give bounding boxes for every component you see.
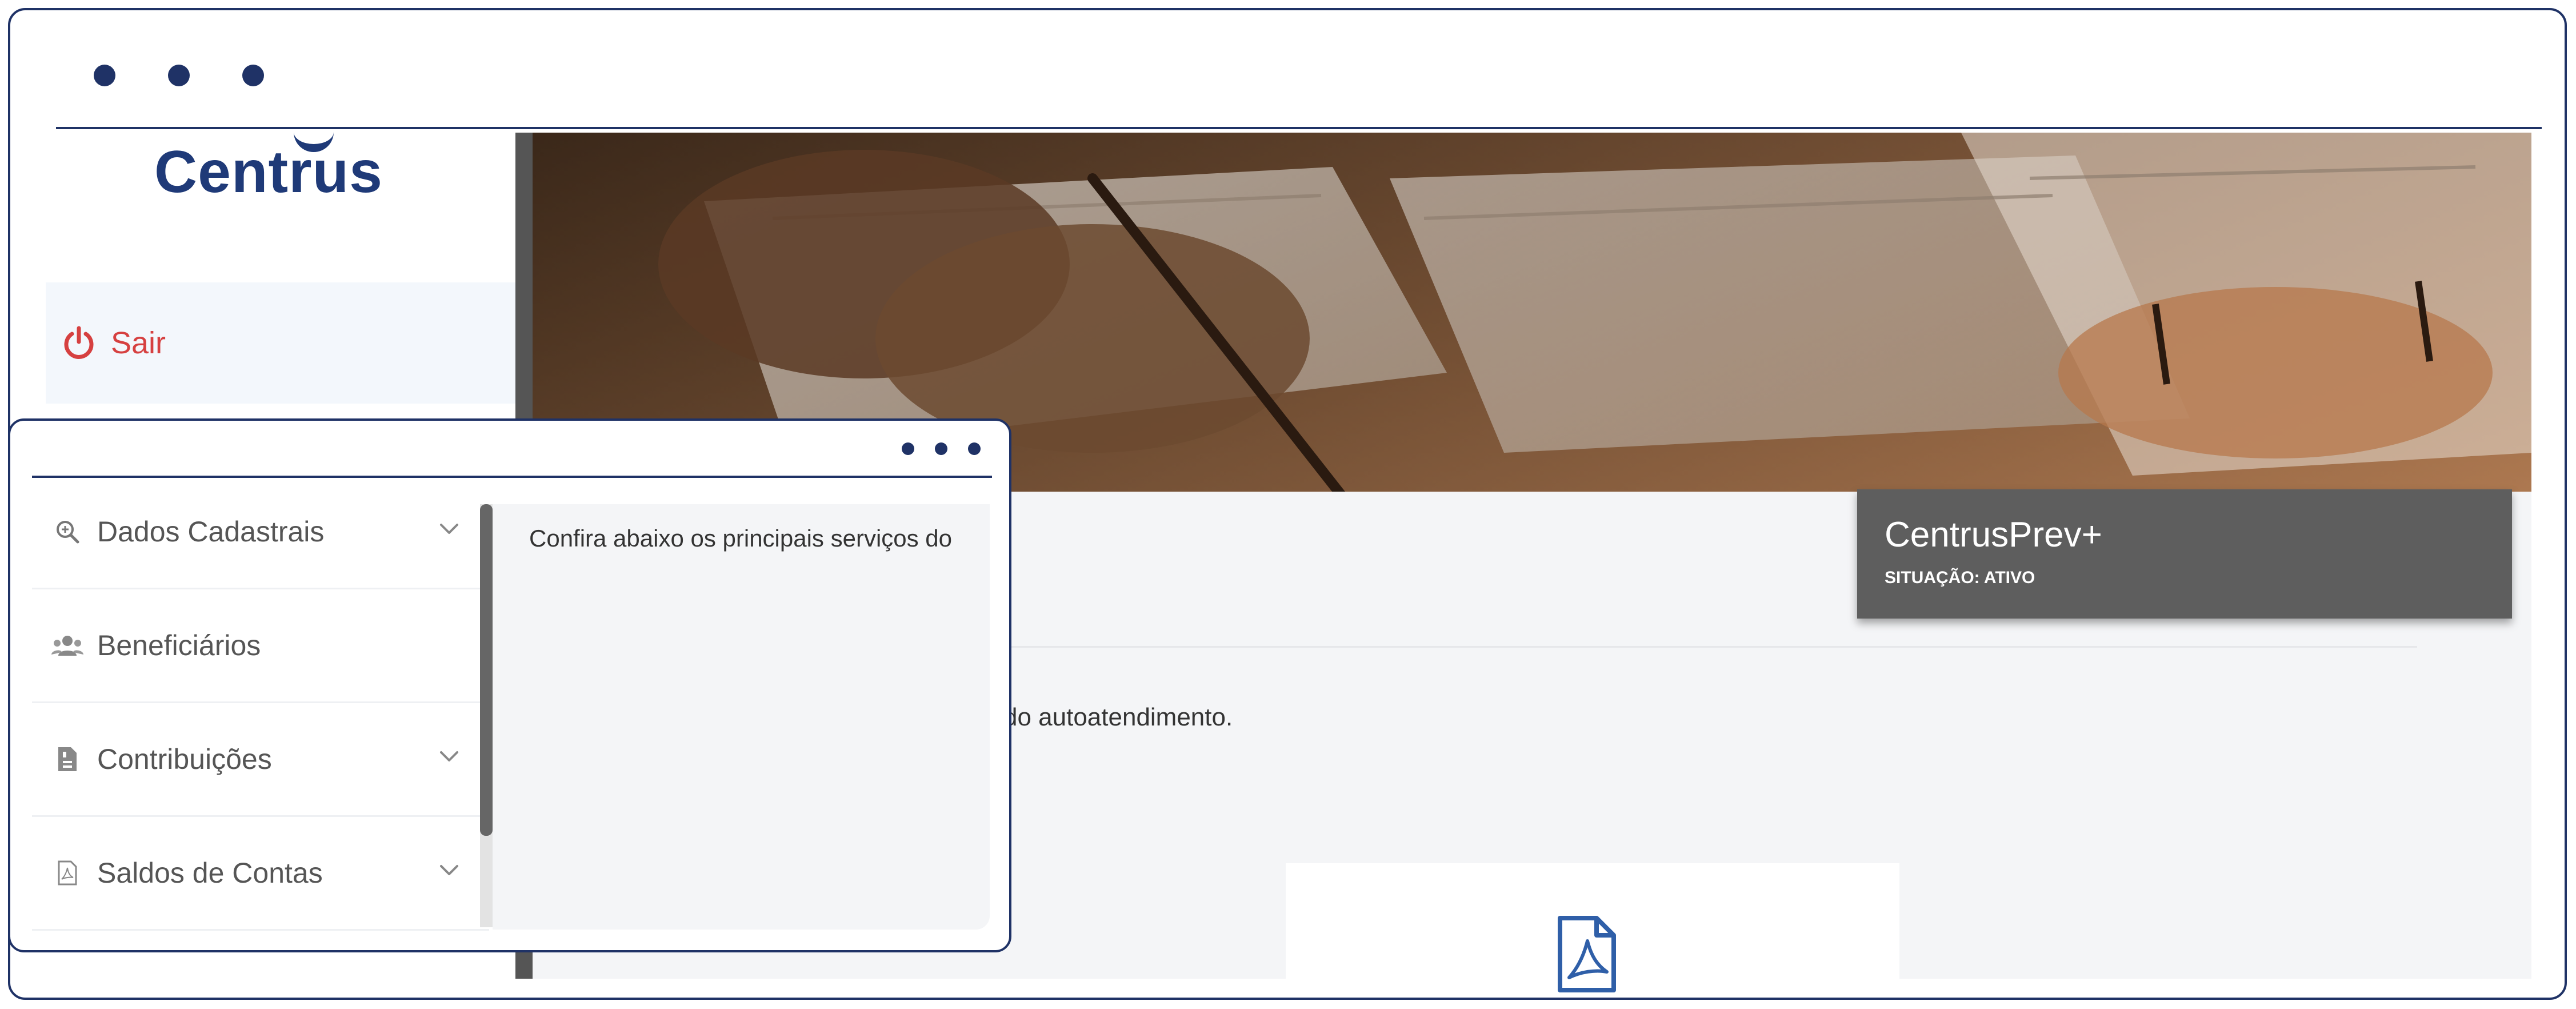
menu-item-label: Contribuições xyxy=(97,743,272,775)
power-icon xyxy=(64,326,94,359)
logout-button[interactable]: Sair xyxy=(46,282,515,404)
pdf-file-icon xyxy=(50,860,85,886)
menu-item-label: Beneficiários xyxy=(97,629,261,661)
users-icon xyxy=(50,634,85,657)
menu-scrollbar-thumb[interactable] xyxy=(480,504,493,836)
chevron-down-icon[interactable] xyxy=(438,862,461,878)
window-dot xyxy=(902,442,914,455)
title-bar-divider xyxy=(56,127,2542,129)
centrus-logo[interactable]: Centrus xyxy=(154,138,411,224)
menu-item-dados-cadastrais[interactable]: Dados Cadastrais xyxy=(32,476,489,589)
chevron-down-icon[interactable] xyxy=(438,520,461,536)
window-dot xyxy=(968,442,981,455)
plan-name: CentrusPrev+ xyxy=(1885,515,2102,555)
search-icon xyxy=(50,519,85,544)
menu-item-label: Dados Cadastrais xyxy=(97,516,325,548)
intro-text-end: do autoatendimento. xyxy=(1003,703,1233,731)
document-card[interactable] xyxy=(1286,863,1899,992)
menu-item-saldos-de-contas[interactable]: Saldos de Contas xyxy=(32,817,489,931)
menu-zoom-window: Dados Cadastrais Beneficiários Contribui… xyxy=(8,418,1011,952)
window-dot xyxy=(168,65,190,86)
menu-item-contribuicoes[interactable]: Contribuições xyxy=(32,703,489,817)
document-icon xyxy=(50,746,85,772)
pdf-document-icon xyxy=(1558,916,1616,992)
window-dot xyxy=(94,65,115,86)
intro-text-start: Confira abaixo os principais serviços do xyxy=(529,525,953,552)
window-controls xyxy=(94,65,264,86)
logout-label: Sair xyxy=(111,326,166,360)
menu-item-label: Saldos de Contas xyxy=(97,857,323,889)
inner-window-controls xyxy=(902,442,981,455)
sidebar-menu: Dados Cadastrais Beneficiários Contribui… xyxy=(32,476,489,944)
menu-item-beneficiarios[interactable]: Beneficiários xyxy=(32,589,489,703)
window-dot xyxy=(242,65,264,86)
inner-content-area: Confira abaixo os principais serviços do xyxy=(493,504,990,930)
plan-card: CentrusPrev+ SITUAÇÃO: ATIVO xyxy=(1857,489,2512,619)
logo-text: Centrus xyxy=(154,139,383,205)
chevron-down-icon[interactable] xyxy=(438,748,461,764)
window-dot xyxy=(935,442,947,455)
plan-status: SITUAÇÃO: ATIVO xyxy=(1885,568,2035,587)
